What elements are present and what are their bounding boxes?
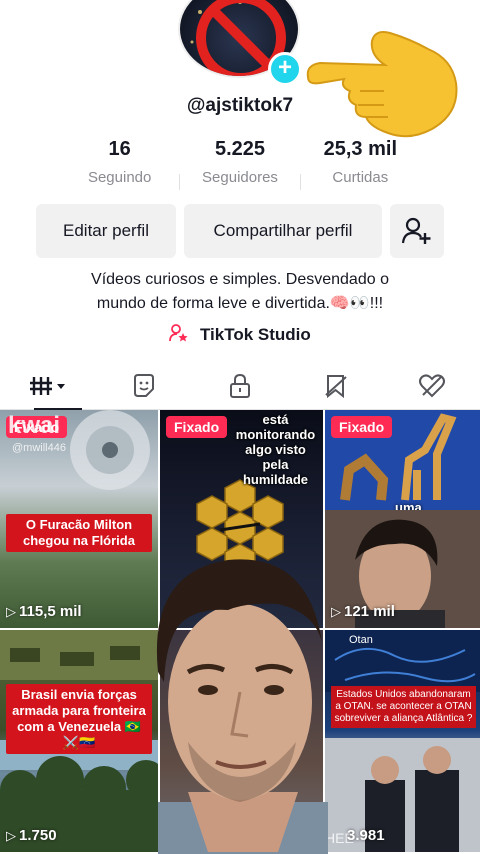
pointing-hand-emoji bbox=[306, 31, 458, 138]
tab-favorites[interactable] bbox=[288, 362, 384, 409]
add-friend-button[interactable] bbox=[390, 204, 444, 258]
video-caption: O Furacão Milton chegou na Flórida bbox=[6, 514, 152, 552]
stat-followers[interactable]: 5.225 Seguidores bbox=[180, 138, 299, 198]
stat-following[interactable]: 16 Seguindo bbox=[60, 138, 179, 198]
tab-liked[interactable] bbox=[384, 362, 480, 409]
studio-person-star-icon bbox=[169, 324, 194, 344]
view-count: ▷ 1.750 bbox=[6, 827, 57, 844]
play-icon: ▷ bbox=[6, 603, 16, 619]
view-count-text: 115,5 mil bbox=[19, 603, 82, 620]
tab-videos[interactable] bbox=[0, 362, 96, 410]
watermark-handle: @mwill446 bbox=[12, 442, 66, 454]
add-avatar-button[interactable]: + bbox=[268, 52, 302, 86]
plus-icon: + bbox=[277, 54, 292, 81]
stat-value: 25,3 mil bbox=[323, 138, 398, 160]
nato-map-image bbox=[325, 630, 480, 852]
stat-value: 5.225 bbox=[214, 138, 266, 160]
profile-bio: Vídeos curiosos e simples. Desvendado o … bbox=[0, 268, 480, 316]
profile-tabs bbox=[0, 362, 480, 410]
creator-face-overlay bbox=[156, 559, 328, 854]
video-thumbnail[interactable]: Otan Estados Unidos abandonaram a OTAN. … bbox=[325, 630, 480, 852]
kwai-watermark: kwai bbox=[8, 412, 61, 439]
view-count-text: 121 mil bbox=[344, 603, 395, 620]
view-count: 3.981 bbox=[347, 827, 385, 844]
view-count: ▷ 115,5 mil bbox=[6, 603, 82, 620]
play-icon: ▷ bbox=[6, 827, 16, 843]
stat-value: 16 bbox=[108, 138, 131, 160]
pinned-badge: Fixado bbox=[331, 416, 393, 438]
tab-private[interactable] bbox=[192, 362, 288, 409]
stat-likes[interactable]: 25,3 mil Curtidas bbox=[301, 138, 420, 198]
view-count-text: 3.981 bbox=[347, 827, 385, 844]
heart-hidden-icon bbox=[419, 373, 445, 397]
pinned-badge: Fixado bbox=[166, 416, 228, 438]
video-thumbnail[interactable]: Fixado uma ▷ 121 mil bbox=[325, 410, 480, 628]
tab-reposts[interactable] bbox=[96, 362, 192, 409]
profile-actions: Editar perfil Compartilhar perfil bbox=[36, 204, 444, 258]
username: @ajstiktok7 bbox=[186, 95, 294, 116]
bookmark-icon bbox=[325, 374, 347, 398]
stat-label: Seguidores bbox=[202, 169, 278, 186]
edit-profile-button[interactable]: Editar perfil bbox=[36, 204, 176, 258]
view-count-text: 1.750 bbox=[19, 827, 57, 844]
studio-label: TikTok Studio bbox=[199, 325, 311, 344]
stat-label: Curtidas bbox=[332, 169, 389, 186]
video-tag: Otan bbox=[349, 634, 373, 646]
bio-line: Vídeos curiosos e simples. Desvendado o bbox=[91, 271, 389, 288]
video-caption: Estados Unidos abandonaram a OTAN. se ac… bbox=[331, 686, 476, 728]
grid-icon bbox=[30, 376, 65, 395]
add-friend-icon bbox=[402, 217, 431, 244]
tiktok-studio-link[interactable]: TikTok Studio bbox=[0, 324, 480, 345]
stat-label: Seguindo bbox=[87, 169, 152, 186]
repost-icon bbox=[134, 373, 154, 397]
lock-icon bbox=[230, 373, 250, 398]
profile-stats: 16 Seguindo 5.225 Seguidores 25,3 mil Cu… bbox=[60, 138, 420, 198]
video-caption: está monitorando algo visto pela humilda… bbox=[235, 412, 316, 487]
bio-line: mundo de forma leve e divertida.🧠👀!!! bbox=[96, 295, 384, 312]
share-profile-button[interactable]: Compartilhar perfil bbox=[184, 204, 382, 258]
